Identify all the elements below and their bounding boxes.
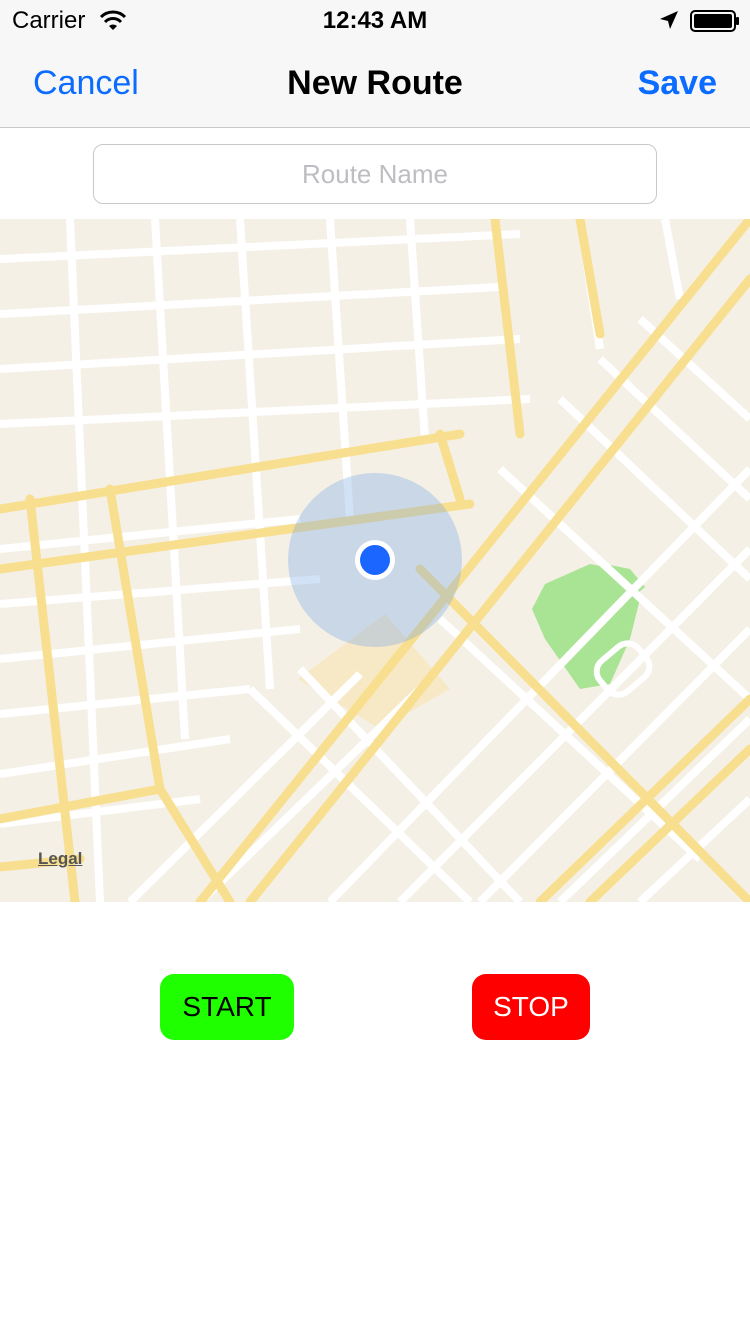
status-time: 12:43 AM <box>322 7 428 34</box>
cancel-button[interactable]: Cancel <box>33 64 139 103</box>
navigation-bar: Cancel New Route Save <box>0 40 750 128</box>
legal-link[interactable]: Legal <box>38 849 82 869</box>
map-tiles <box>0 219 750 902</box>
location-arrow-icon <box>660 11 678 29</box>
status-bar: Carrier 12:43 AM <box>0 0 750 40</box>
start-button[interactable]: START <box>160 974 294 1040</box>
user-location-dot <box>360 545 390 575</box>
map-view[interactable]: Legal <box>0 219 750 902</box>
battery-icon <box>690 10 739 32</box>
stop-button[interactable]: STOP <box>472 974 590 1040</box>
route-name-input[interactable] <box>93 144 657 204</box>
save-button[interactable]: Save <box>638 64 717 103</box>
